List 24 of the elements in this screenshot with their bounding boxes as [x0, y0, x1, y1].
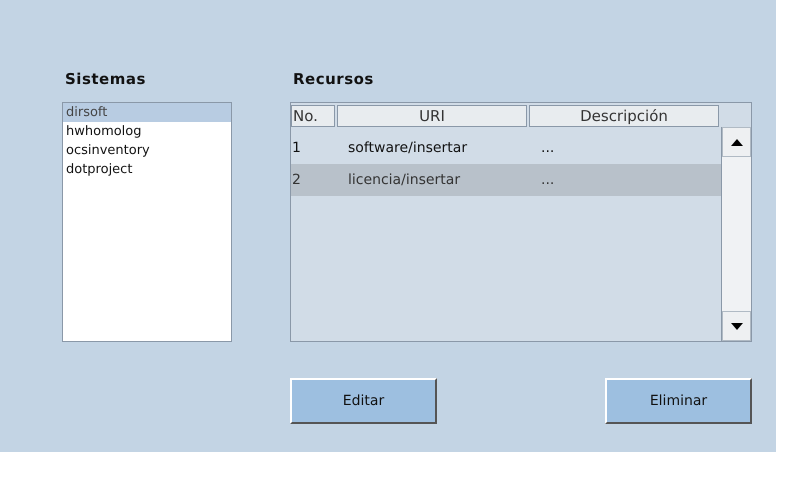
- section-title: Sistemas: [65, 70, 147, 90]
- table-cell-text: ...: [540, 140, 556, 156]
- scrollbar[interactable]: [721, 127, 751, 341]
- table-row[interactable]: 1 software/insertar ...: [291, 132, 721, 164]
- action-button[interactable]: Eliminar: [605, 378, 752, 424]
- down-arrow-icon: [730, 322, 742, 330]
- list-item[interactable]: dotproject: [63, 160, 231, 179]
- action-button[interactable]: Editar: [290, 378, 437, 424]
- up-arrow-icon: [730, 138, 742, 146]
- list-item[interactable]: ocsinventory: [63, 141, 231, 160]
- column-header[interactable]: Descripción: [529, 105, 719, 127]
- table-cell-text: licencia/insertar: [347, 172, 462, 188]
- column-header[interactable]: No.: [291, 105, 335, 127]
- table-cell-text: 1: [291, 140, 302, 156]
- table-cell-text: ...: [540, 172, 556, 188]
- table-cell-text: software/insertar: [347, 140, 468, 156]
- table-row[interactable]: 2 licencia/insertar ...: [291, 164, 721, 196]
- scroll-down-button[interactable]: [722, 311, 751, 341]
- section-title: Recursos: [293, 70, 375, 90]
- column-header[interactable]: URI: [337, 105, 527, 127]
- scroll-up-button[interactable]: [722, 127, 751, 157]
- table-cell-text: 2: [291, 172, 302, 188]
- list-item[interactable]: hwhomolog: [63, 122, 231, 141]
- list-item[interactable]: dirsoft: [63, 103, 231, 122]
